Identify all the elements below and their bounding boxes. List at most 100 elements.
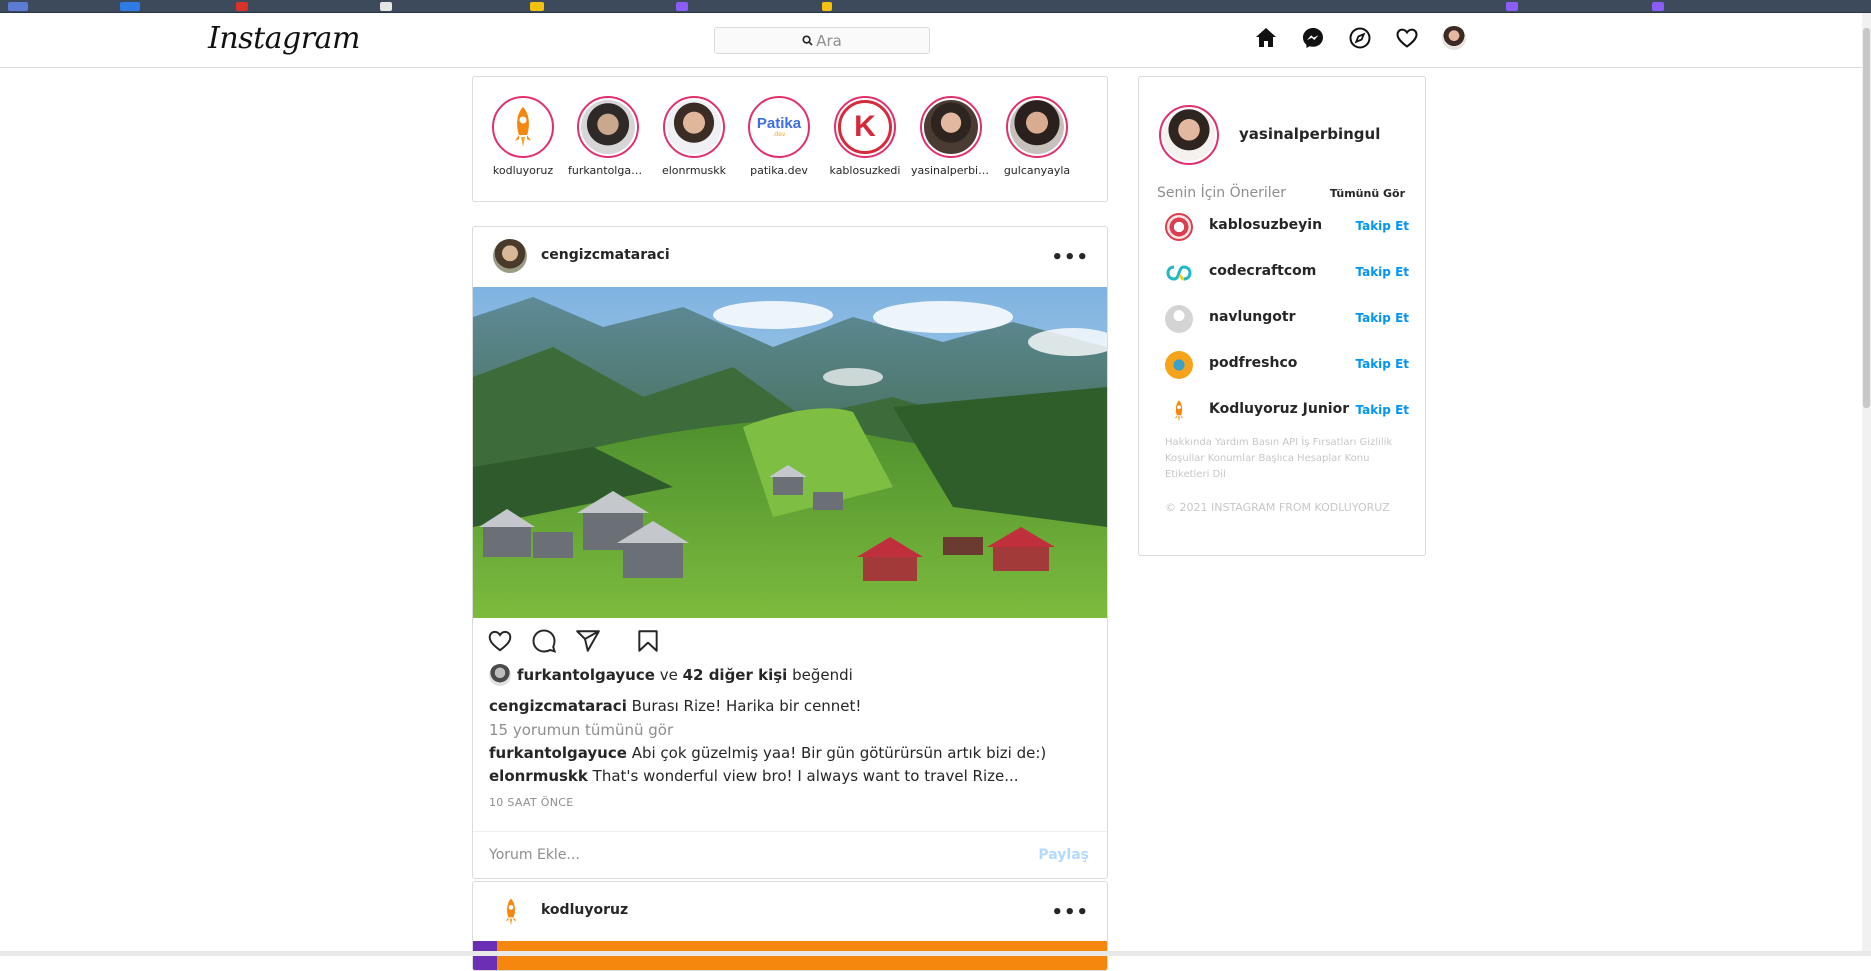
patika-logo-sub: .dev: [772, 131, 786, 138]
story-name: kodluyoruz: [492, 164, 554, 177]
comment-icon[interactable]: [531, 628, 557, 658]
rocket-icon[interactable]: [1165, 397, 1193, 425]
suggestion-name[interactable]: codecraftcom: [1209, 263, 1316, 279]
story-item[interactable]: kodluyoruz: [483, 96, 563, 177]
explore-icon[interactable]: [1348, 26, 1372, 50]
likes-suffix: beğendi: [792, 666, 853, 684]
suggestion-item: kablosuzbeyin Takip Et: [1165, 211, 1409, 243]
add-comment-bar: Yorum Ekle... Paylaş: [473, 831, 1107, 879]
post-timestamp: 10 SAAT ÖNCE: [489, 796, 574, 809]
right-sidebar: yasinalperbingul Senin İçin Öneriler Tüm…: [1138, 76, 1426, 556]
top-navbar: Instagram Ara: [0, 13, 1862, 68]
suggestion-avatar[interactable]: [1165, 213, 1193, 241]
kablosuzkedi-logo: K: [838, 100, 892, 154]
browser-tab[interactable]: [676, 2, 688, 11]
scrollbar-thumb[interactable]: [1863, 28, 1870, 408]
search-icon: [802, 35, 813, 46]
story-item[interactable]: gulcanyayla: [997, 96, 1077, 177]
browser-tab-strip: [0, 0, 1871, 13]
view-all-comments-link[interactable]: 15 yorumun tümünü gör: [489, 721, 673, 739]
rocket-icon: [496, 100, 550, 154]
comment-author[interactable]: furkantolgayuce: [489, 744, 627, 762]
caption-author[interactable]: cengizcmataraci: [489, 697, 627, 715]
suggestion-name[interactable]: Kodluyoruz Junior: [1209, 401, 1349, 417]
home-icon[interactable]: [1254, 26, 1278, 50]
suggestion-avatar[interactable]: [1165, 259, 1193, 287]
post-header: cengizcmataraci •••: [473, 227, 1107, 287]
profile-avatar[interactable]: [1442, 26, 1466, 50]
story-name: kablosuzkedi: [829, 164, 901, 177]
browser-tab[interactable]: [1506, 2, 1518, 11]
suggestion-name[interactable]: navlungotr: [1209, 309, 1296, 325]
patika-logo-text: Patika: [756, 115, 802, 132]
follow-button[interactable]: Takip Et: [1355, 219, 1409, 233]
share-icon[interactable]: [575, 628, 601, 658]
story-avatar: [581, 100, 635, 154]
follow-button[interactable]: Takip Et: [1355, 357, 1409, 371]
browser-tab[interactable]: [8, 2, 28, 11]
search-input[interactable]: Ara: [714, 27, 930, 54]
horizontal-scrollbar[interactable]: [0, 951, 1871, 956]
liker-name[interactable]: furkantolgayuce: [517, 666, 655, 684]
suggestion-name[interactable]: podfreshco: [1209, 355, 1297, 371]
my-avatar[interactable]: [1159, 105, 1219, 165]
instagram-logo[interactable]: Instagram: [208, 21, 360, 56]
browser-tab[interactable]: [822, 2, 832, 11]
suggestion-item: Kodluyoruz Junior Takip Et: [1165, 395, 1409, 427]
rocket-icon[interactable]: [501, 896, 521, 932]
story-item[interactable]: furkantolgayuce: [568, 96, 648, 177]
comment-input[interactable]: Yorum Ekle...: [489, 847, 580, 863]
likes-others[interactable]: 42 diğer kişi: [683, 666, 788, 684]
follow-button[interactable]: Takip Et: [1355, 265, 1409, 279]
share-comment-button[interactable]: Paylaş: [1038, 847, 1089, 863]
post-author-name[interactable]: kodluyoruz: [541, 902, 628, 918]
suggestions-title: Senin İçin Öneriler: [1157, 185, 1287, 201]
browser-tab[interactable]: [530, 2, 544, 11]
page-scrollbar[interactable]: [1862, 13, 1871, 956]
story-item[interactable]: Patika .dev patika.dev: [739, 96, 819, 177]
follow-button[interactable]: Takip Et: [1355, 403, 1409, 417]
feed-post: kodluyoruz •••: [472, 881, 1108, 971]
post-author-avatar[interactable]: [493, 239, 527, 273]
story-avatar: [924, 100, 978, 154]
bookmark-icon[interactable]: [635, 628, 661, 658]
see-all-link[interactable]: Tümünü Gör: [1330, 187, 1405, 200]
post-image[interactable]: [473, 287, 1107, 618]
suggestion-name[interactable]: kablosuzbeyin: [1209, 217, 1322, 233]
suggestion-item: codecraftcom Takip Et: [1165, 257, 1409, 289]
kablosuzkedi-logo-text: K: [854, 110, 876, 143]
more-options-icon[interactable]: •••: [1051, 247, 1089, 268]
post-author-name[interactable]: cengizcmataraci: [541, 247, 670, 263]
like-icon[interactable]: [487, 628, 513, 658]
browser-tab[interactable]: [120, 2, 140, 11]
browser-tab[interactable]: [380, 2, 392, 11]
heart-icon[interactable]: [1395, 26, 1419, 50]
patika-logo: Patika .dev: [752, 100, 806, 154]
liker-avatar: [489, 664, 511, 686]
story-item[interactable]: yasinalperbingul: [911, 96, 991, 177]
search-placeholder: Ara: [816, 31, 842, 50]
browser-tab[interactable]: [1652, 2, 1664, 11]
comment-author[interactable]: elonrmuskk: [489, 767, 588, 785]
story-name: gulcanyayla: [1003, 164, 1071, 177]
post-image[interactable]: [473, 941, 1107, 970]
more-options-icon[interactable]: •••: [1051, 902, 1089, 923]
stories-tray: kodluyoruz furkantolgayuce elonrmuskk Pa…: [472, 76, 1108, 202]
story-name: furkantolgayuce: [568, 164, 648, 177]
browser-tab[interactable]: [236, 2, 248, 11]
story-avatar: [667, 100, 721, 154]
suggestion-item: podfreshco Takip Et: [1165, 349, 1409, 381]
suggestion-avatar[interactable]: [1165, 351, 1193, 379]
story-name: patika.dev: [750, 164, 808, 177]
comment-text: That's wonderful view bro! I always want…: [592, 767, 1019, 785]
suggestion-avatar[interactable]: [1165, 305, 1193, 333]
likes-joiner: ve: [659, 666, 678, 684]
story-item[interactable]: elonrmuskk: [654, 96, 734, 177]
messenger-icon[interactable]: [1301, 26, 1325, 50]
story-item[interactable]: K kablosuzkedi: [825, 96, 905, 177]
footer-links[interactable]: Hakkında Yardım Basın API İş Fırsatları …: [1165, 435, 1405, 483]
comment-item: elonrmuskk That's wonderful view bro! I …: [489, 767, 1019, 785]
likes-summary: furkantolgayuce ve 42 diğer kişi beğendi: [489, 664, 853, 686]
my-username[interactable]: yasinalperbingul: [1239, 125, 1380, 143]
follow-button[interactable]: Takip Et: [1355, 311, 1409, 325]
